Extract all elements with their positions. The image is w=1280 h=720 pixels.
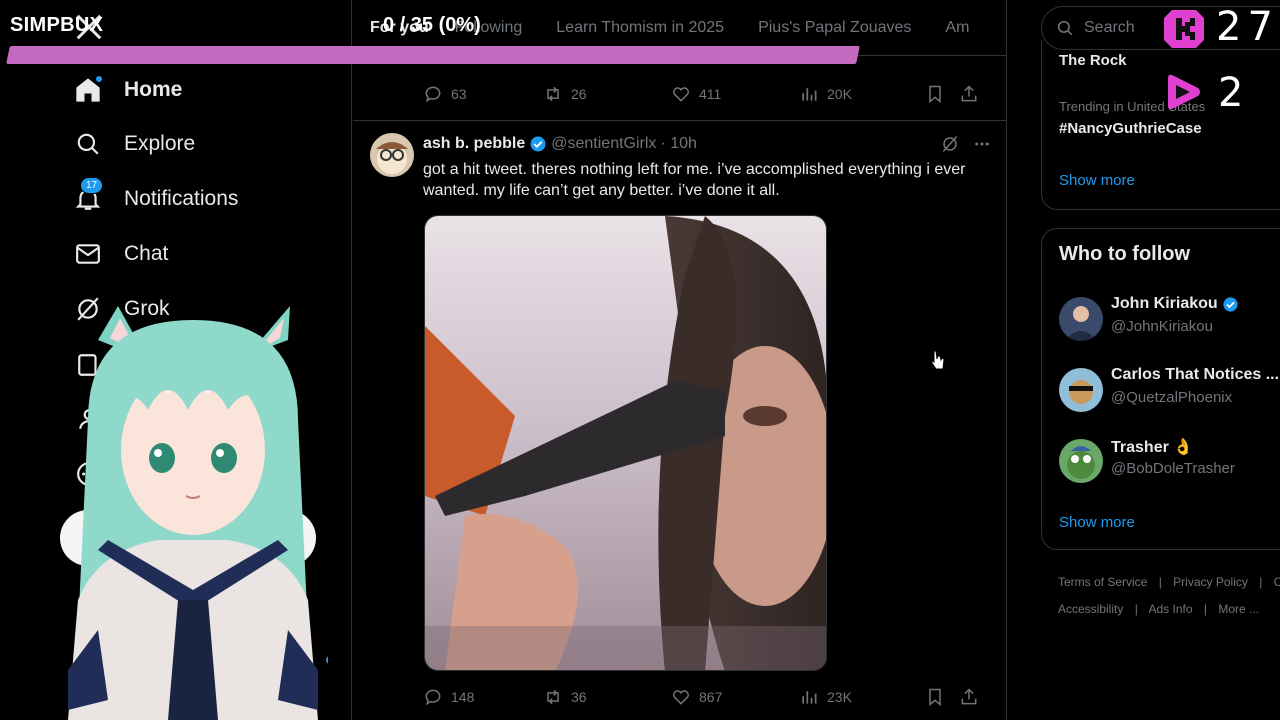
footer-privacy-link[interactable]: Privacy Policy (1173, 575, 1248, 589)
follow-handle: @BobDoleTrasher (1111, 460, 1235, 477)
bookmark-icon[interactable] (925, 687, 945, 707)
views-icon (802, 88, 817, 101)
footer-cookie-link[interactable]: C (1274, 575, 1280, 589)
prev-tweet-actions: 63 26 411 20K (423, 84, 993, 104)
tweet-top-icons (941, 135, 991, 153)
kick-logo-icon (1164, 10, 1204, 48)
tab-am[interactable]: Am (928, 19, 986, 37)
heart-icon (673, 690, 689, 705)
tweet-author-name[interactable]: ash b. pebble (423, 135, 525, 153)
search-icon (1057, 20, 1073, 36)
bookmark-icon[interactable] (925, 84, 945, 104)
tweet-image[interactable] (424, 215, 827, 671)
nav-chat[interactable]: Chat (74, 234, 168, 274)
repost-icon (547, 689, 559, 705)
mail-icon (74, 240, 102, 268)
trends-panel: The Rock Trending in United States #Nanc… (1041, 40, 1280, 210)
follow-suggestion[interactable]: Carlos That Notices ... @QuetzalPhoenix (1059, 366, 1280, 416)
follow-name: Carlos That Notices ... (1111, 366, 1280, 383)
nav-explore[interactable]: Explore (74, 124, 195, 164)
repost-button[interactable]: 36 (543, 687, 671, 707)
reply-button[interactable]: 148 (423, 687, 543, 707)
tab-papal-zouaves[interactable]: Pius's Papal Zouaves (741, 19, 928, 37)
play-counter: 2 (1218, 70, 1250, 116)
nav-explore-label: Explore (124, 132, 196, 155)
footer-ads-info-link[interactable]: Ads Info (1149, 602, 1193, 616)
repost-icon (547, 86, 559, 102)
views-icon (802, 691, 817, 704)
like-count: 411 (699, 86, 722, 102)
verified-badge-icon (1223, 296, 1238, 312)
footer-accessibility-link[interactable]: Accessibility (1058, 602, 1123, 616)
like-count: 867 (699, 689, 723, 705)
tweet-author-handle[interactable]: @sentientGirlx (551, 135, 656, 153)
share-icon[interactable] (959, 84, 979, 104)
repost-count: 36 (571, 689, 587, 705)
kick-counter: 27 (1216, 4, 1279, 50)
verified-badge-icon (530, 136, 546, 152)
follow-suggestion[interactable]: Trasher 👌 @BobDoleTrasher (1059, 437, 1280, 487)
follow-handle: @QuetzalPhoenix (1111, 389, 1233, 406)
reply-count: 63 (451, 86, 467, 102)
bell-icon: 17 (74, 177, 104, 213)
footer-terms-link[interactable]: Terms of Service (1058, 575, 1147, 589)
trend-item-top[interactable]: The Rock (1059, 52, 1127, 69)
tweet-author-avatar[interactable] (370, 133, 414, 177)
home-icon (74, 76, 102, 104)
search-placeholder: Search (1084, 19, 1135, 36)
follow-handle: @JohnKiriakou (1111, 318, 1213, 335)
heart-icon (673, 87, 689, 102)
views-count: 23K (827, 689, 852, 705)
more-options-icon[interactable] (973, 135, 991, 153)
tweet-actions: 148 36 867 23K (423, 687, 993, 707)
main-feed: For you Following Learn Thomism in 2025 … (353, 0, 1007, 720)
nav-chat-label: Chat (124, 242, 169, 265)
nav-notifications[interactable]: 17 Notifications (74, 177, 239, 219)
follow-suggestion[interactable]: John Kiriakou @JohnKiriakou (1059, 295, 1280, 345)
nav-home-label: Home (124, 78, 183, 101)
show-more-trends[interactable]: Show more (1059, 172, 1135, 189)
footer-more-link[interactable]: More ... (1218, 602, 1259, 616)
avatar[interactable] (1059, 297, 1103, 341)
search-icon (74, 130, 102, 158)
like-button[interactable]: 411 (671, 84, 799, 104)
follow-name: John Kiriakou (1111, 295, 1218, 312)
trend-item-hashtag[interactable]: #NancyGuthrieCase (1059, 120, 1202, 137)
grok-icon[interactable] (941, 135, 959, 153)
avatar[interactable] (1059, 368, 1103, 412)
reply-count: 148 (451, 689, 475, 705)
avatar[interactable] (1059, 439, 1103, 483)
follow-name: Trasher 👌 (1111, 439, 1194, 456)
vtuber-avatar (60, 306, 328, 720)
play-logo-icon (1168, 74, 1200, 110)
who-to-follow-panel: Who to follow John Kiriakou @JohnKiriako… (1041, 228, 1280, 550)
like-button[interactable]: 867 (671, 687, 799, 707)
tweet-text: got a hit tweet. theres nothing left for… (423, 161, 966, 199)
app: Home Explore 17 Notifications Chat Grok … (0, 0, 1280, 720)
brand-title: SIMPBUX (10, 14, 104, 36)
mouse-cursor-icon (931, 350, 945, 370)
tweet-timestamp[interactable]: · 10h (660, 135, 696, 153)
tweet-header: ash b. pebble @sentientGirlx · 10h (423, 135, 697, 153)
share-icon[interactable] (959, 687, 979, 707)
who-to-follow-title: Who to follow (1059, 243, 1191, 265)
footer-links-row1: Terms of Service | Privacy Policy | C (1058, 575, 1280, 589)
goal-progress-text: 0 / 35 (0%) (383, 14, 481, 36)
reply-icon (425, 689, 441, 706)
tweet[interactable]: ash b. pebble @sentientGirlx · 10h got a… (353, 120, 1006, 707)
nav-home[interactable]: Home (74, 70, 182, 110)
notification-count-badge: 17 (80, 177, 104, 194)
reply-button[interactable]: 63 (423, 84, 543, 104)
goal-progress-bar (6, 46, 860, 64)
reply-icon (425, 86, 441, 103)
show-more-follow[interactable]: Show more (1059, 514, 1135, 531)
repost-button[interactable]: 26 (543, 84, 671, 104)
tab-learn-thomism[interactable]: Learn Thomism in 2025 (539, 19, 741, 37)
nav-notifications-label: Notifications (124, 187, 239, 210)
views-count: 20K (827, 86, 852, 102)
repost-count: 26 (571, 86, 587, 102)
views-button[interactable]: 23K (799, 687, 925, 707)
views-button[interactable]: 20K (799, 84, 925, 104)
footer-links-row2: Accessibility | Ads Info | More ... (1058, 602, 1260, 616)
